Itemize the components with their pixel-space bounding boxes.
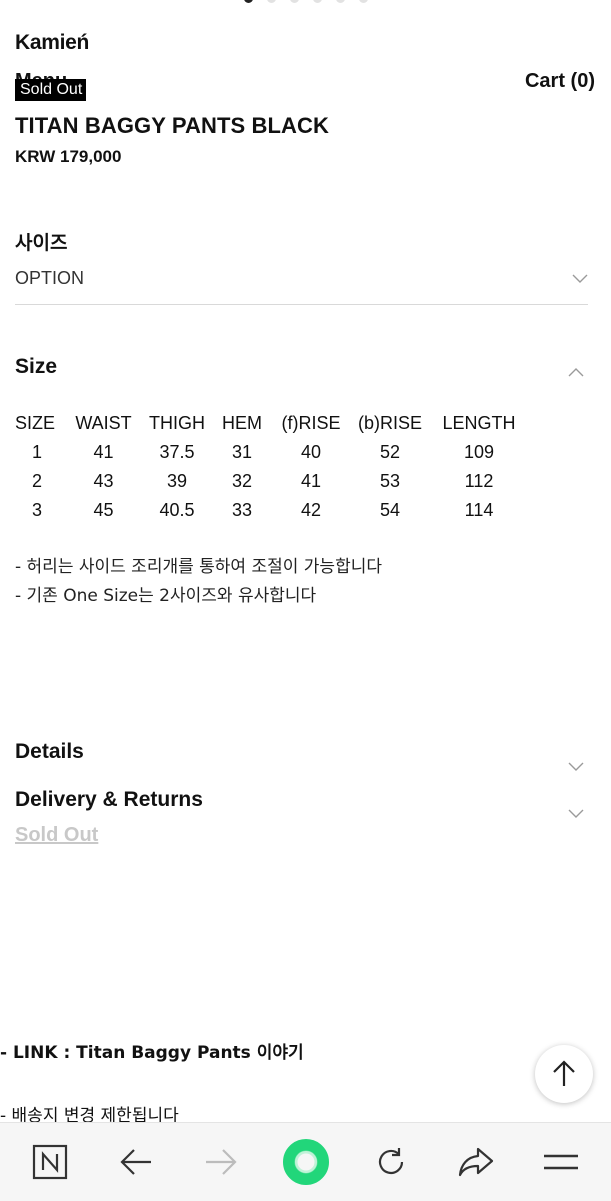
- table-header-row: SIZE WAIST THIGH HEM (f)RISE (b)RISE LEN…: [15, 409, 522, 438]
- product-title: TITAN BAGGY PANTS BLACK: [15, 113, 329, 138]
- green-circle-icon: [283, 1139, 329, 1185]
- story-link[interactable]: - LINK : Titan Baggy Pants 이야기: [0, 1038, 304, 1063]
- carousel-indicator: [244, 0, 368, 3]
- column-header: WAIST: [75, 413, 132, 433]
- table-cell: 53: [379, 471, 401, 491]
- note-line: - 기존 One Size는 2사이즈와 유사합니다: [15, 586, 317, 606]
- table-cell: 43: [93, 471, 114, 491]
- size-section-heading[interactable]: Size: [15, 355, 57, 379]
- table-cell: 114: [464, 500, 494, 520]
- table-cell: 40.5: [159, 500, 195, 520]
- table-cell: 39: [166, 471, 188, 491]
- reload-icon: [378, 1148, 404, 1175]
- column-header: HEM: [222, 413, 262, 433]
- table-cell: 37.5: [159, 442, 195, 462]
- table-cell: 2: [31, 471, 42, 491]
- table-cell: 32: [231, 471, 253, 491]
- sold-out-button[interactable]: Sold Out: [15, 824, 98, 847]
- table-row: 1 41 37.5 31 40 52 109: [15, 438, 522, 467]
- arrow-left-icon: [120, 1149, 151, 1175]
- share-icon: [458, 1147, 494, 1177]
- forward-button[interactable]: [196, 1137, 246, 1187]
- option-label: 사이즈: [15, 232, 68, 254]
- select-value: OPTION: [15, 268, 85, 288]
- share-button[interactable]: [451, 1137, 501, 1187]
- reload-button[interactable]: [366, 1137, 416, 1187]
- carousel-dot[interactable]: [336, 0, 345, 3]
- chevron-down-icon[interactable]: [568, 762, 584, 772]
- table-row: 2 43 39 32 41 53 112: [15, 467, 522, 496]
- table-cell: 31: [231, 442, 253, 462]
- table-cell: 45: [93, 500, 114, 520]
- carousel-dot[interactable]: [313, 0, 322, 3]
- naver-button[interactable]: [25, 1137, 75, 1187]
- table-cell: 33: [231, 500, 253, 520]
- column-header: LENGTH: [442, 413, 516, 433]
- table-cell: 54: [379, 500, 401, 520]
- table-cell: 3: [31, 500, 42, 520]
- size-chart-table: SIZE WAIST THIGH HEM (f)RISE (b)RISE LEN…: [15, 409, 522, 525]
- carousel-dot[interactable]: [359, 0, 368, 3]
- table-cell: 1: [31, 442, 42, 462]
- chevron-up-icon[interactable]: [568, 367, 584, 377]
- size-option-select[interactable]: OPTION: [15, 262, 588, 305]
- table-cell: 40: [300, 442, 322, 462]
- column-header: SIZE: [15, 413, 56, 433]
- table-row: 3 45 40.5 33 42 54 114: [15, 496, 522, 525]
- sold-out-badge: Sold Out: [15, 79, 87, 101]
- product-price: KRW 179,000: [15, 147, 122, 166]
- hamburger-icon: [544, 1154, 578, 1170]
- chevron-down-icon[interactable]: [568, 809, 584, 819]
- details-accordion[interactable]: Details: [15, 740, 84, 764]
- delivery-returns-accordion[interactable]: Delivery & Returns: [15, 788, 203, 812]
- carousel-dot[interactable]: [290, 0, 299, 3]
- table-cell: 109: [463, 442, 495, 462]
- carousel-dot[interactable]: [267, 0, 276, 3]
- carousel-dot[interactable]: [244, 0, 253, 3]
- naver-n-icon: [32, 1144, 68, 1180]
- column-header: THIGH: [149, 413, 205, 433]
- brand-logo[interactable]: Kamień: [15, 31, 89, 55]
- table-cell: 42: [300, 500, 322, 520]
- table-cell: 41: [300, 471, 322, 491]
- back-button[interactable]: [111, 1137, 161, 1187]
- browser-toolbar: [0, 1122, 611, 1201]
- table-cell: 112: [464, 471, 494, 491]
- size-notes: - 허리는 사이드 조리개를 통하여 조절이 가능합니다 - 기존 One Si…: [15, 553, 382, 611]
- scroll-to-top-button[interactable]: [535, 1045, 593, 1103]
- arrow-right-icon: [206, 1149, 237, 1175]
- menu-button[interactable]: [536, 1137, 586, 1187]
- arrow-up-icon: [553, 1060, 575, 1086]
- table-cell: 52: [379, 442, 401, 462]
- column-header: (b)RISE: [357, 413, 422, 433]
- note-line: - 허리는 사이드 조리개를 통하여 조절이 가능합니다: [15, 557, 382, 577]
- table-cell: 41: [93, 442, 114, 462]
- chevron-down-icon: [572, 274, 588, 283]
- cart-link[interactable]: Cart (0): [525, 70, 595, 93]
- column-header: (f)RISE: [281, 413, 341, 433]
- home-button[interactable]: [281, 1137, 331, 1187]
